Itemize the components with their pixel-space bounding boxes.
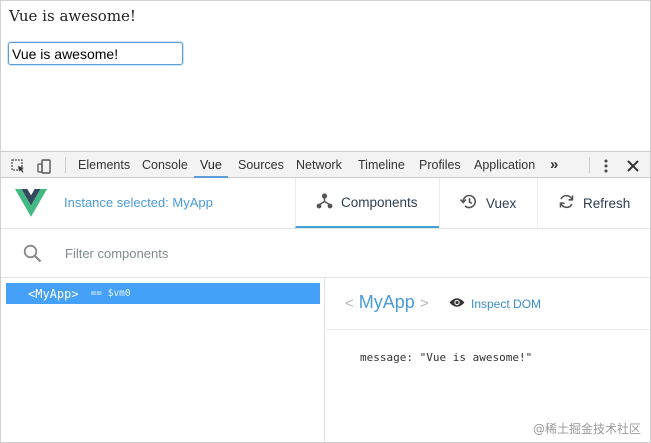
component-tag-label: <MyApp> <box>28 286 79 301</box>
message-text: Vue is awesome! <box>9 7 136 25</box>
tab-profiles[interactable]: Profiles <box>419 152 461 178</box>
filter-components-input[interactable] <box>63 243 363 263</box>
data-property-message: message: "Vue is awesome!" <box>360 351 533 364</box>
tab-application[interactable]: Application <box>474 152 535 178</box>
toolbar-divider <box>589 157 590 173</box>
vm-reference: == $vm0 <box>90 288 131 299</box>
components-icon <box>316 192 333 212</box>
search-icon <box>23 244 42 267</box>
eye-icon <box>449 297 465 311</box>
tab-sources[interactable]: Sources <box>238 152 284 178</box>
components-button[interactable]: Components <box>295 178 439 228</box>
component-detail-pane: < MyApp > Inspect DOM message: "Vue is a… <box>326 278 650 442</box>
selected-component-title: < MyApp > <box>345 292 429 313</box>
component-name: MyApp <box>358 292 415 312</box>
kebab-menu-icon[interactable] <box>598 158 614 174</box>
instance-selected-text: Instance selected: MyApp <box>64 195 213 210</box>
more-tabs-button[interactable]: » <box>550 152 558 178</box>
close-icon[interactable] <box>625 158 641 174</box>
tree-item-myapp[interactable]: <MyApp> == $vm0 <box>6 283 320 304</box>
toolbar-divider <box>65 157 66 173</box>
refresh-label: Refresh <box>583 195 631 211</box>
vuex-label: Vuex <box>486 195 517 211</box>
tab-timeline[interactable]: Timeline <box>358 152 405 178</box>
refresh-icon <box>558 193 575 213</box>
inspect-dom-label: Inspect DOM <box>471 297 542 311</box>
vue-devtools-header: Instance selected: MyApp Components Vuex… <box>1 178 650 229</box>
refresh-button[interactable]: Refresh <box>537 178 650 228</box>
devtools-panel: Elements Console Vue Sources Network Tim… <box>1 151 650 442</box>
device-toolbar-icon[interactable] <box>36 158 52 174</box>
inspect-element-icon[interactable] <box>10 158 26 174</box>
components-label: Components <box>341 194 418 210</box>
message-input[interactable] <box>8 42 183 65</box>
history-icon <box>459 193 478 213</box>
vuex-button[interactable]: Vuex <box>439 178 537 228</box>
watermark-text: @稀土掘金技术社区 <box>532 422 641 436</box>
tab-network[interactable]: Network <box>296 152 342 178</box>
tab-vue[interactable]: Vue <box>194 152 228 178</box>
vue-logo-icon <box>15 189 47 221</box>
component-tree-pane: <MyApp> == $vm0 <box>1 278 325 442</box>
tab-console[interactable]: Console <box>142 152 188 178</box>
inspect-dom-button[interactable]: Inspect DOM <box>449 297 541 311</box>
tab-elements[interactable]: Elements <box>78 152 130 178</box>
open-bracket: < <box>345 295 354 312</box>
close-bracket: > <box>419 295 429 312</box>
filter-bar <box>1 229 650 278</box>
devtools-tab-bar: Elements Console Vue Sources Network Tim… <box>1 151 650 178</box>
detail-header: < MyApp > Inspect DOM <box>326 278 650 330</box>
